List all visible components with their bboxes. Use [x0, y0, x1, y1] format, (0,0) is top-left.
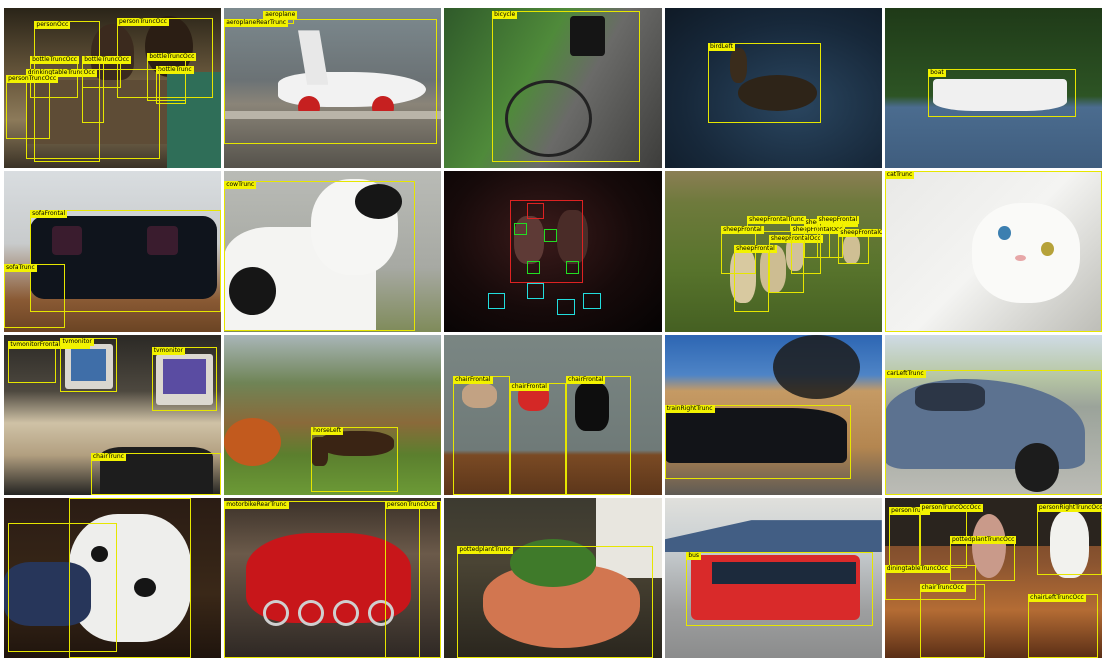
bbox-label: personTruncOcc: [384, 500, 437, 509]
bbox: birdLeft: [708, 43, 821, 124]
bbox-label: chairTruncOcc: [919, 584, 966, 593]
bbox: sofaTrunc: [4, 264, 65, 329]
bbox-label: chairFrontal: [509, 382, 549, 391]
bbox: bottleTruncOcc: [82, 56, 132, 89]
bbox-label: tvmonitor: [60, 337, 94, 346]
tile-people-table: personOcc personTruncOcc bottleTruncOcc …: [4, 8, 222, 169]
bbox: bottleTrunc: [156, 65, 194, 105]
tile-dark-scene: [444, 171, 662, 332]
bbox-label: sofaFrontal: [30, 209, 68, 218]
bbox-label: chairFrontal: [453, 376, 493, 385]
bbox-label: pottedplantTruncOcc: [949, 536, 1017, 545]
bbox-label: bottleTruncOcc: [30, 56, 80, 65]
tile-train: trainRightTrunc: [664, 334, 882, 495]
tile-bird: birdLeft: [664, 8, 882, 169]
bbox-label: aeroplaneRearTrunc: [224, 19, 289, 28]
tile-boat: boat: [884, 8, 1102, 169]
bbox: [526, 203, 545, 220]
bbox: personRightTruncOcc: [1036, 504, 1102, 575]
bbox: [566, 260, 580, 274]
bbox-label: sheepFrontal: [721, 225, 764, 234]
tile-cat: catTrunc: [884, 171, 1102, 332]
bbox: catTrunc: [884, 171, 1102, 332]
bbox-label: bottleTruncOcc: [82, 56, 132, 65]
tile-sheep: sheepFrontalTrunc sheepFrontal sheepFron…: [664, 171, 882, 332]
tile-aeroplane: aeroplane aeroplaneRearTrunc: [224, 8, 442, 169]
bbox-label: sheepFrontalTrunc: [747, 216, 806, 225]
bbox: chairFrontal: [509, 382, 567, 495]
tile-office: tvmonitorFrontalTruncOcc tvmonitor tvmon…: [4, 334, 222, 495]
bbox: carLeftTrunc: [884, 369, 1102, 495]
bbox-label: cowTrunc: [224, 180, 257, 189]
bbox-label: chairLeftTruncOcc: [1028, 593, 1086, 602]
bbox: sheepFrontal: [734, 244, 777, 313]
bbox: sheepFrontalOcc: [838, 228, 882, 265]
bbox-label: trainRightTrunc: [664, 405, 715, 413]
bbox: horseLeft: [311, 427, 398, 492]
bbox-label: tvmonitor: [151, 347, 186, 356]
bbox: [69, 497, 191, 658]
tile-chairs: chairFrontal chairFrontal chairFrontal: [444, 334, 662, 495]
bbox-label: birdLeft: [708, 43, 735, 52]
bbox: chairFrontal: [453, 376, 510, 495]
tile-dining: personTrunc personTruncOccOcc personRigh…: [884, 497, 1102, 658]
bbox-label: boat: [928, 68, 946, 77]
bbox: [526, 283, 545, 300]
tile-plant: pottedplantTrunc: [444, 497, 662, 658]
bbox-label: personTruncOccOcc: [919, 504, 983, 513]
bbox: chairTrunc: [90, 453, 222, 495]
tile-bicycle: bicycle: [444, 8, 662, 169]
bbox-label: chairTrunc: [90, 453, 126, 462]
bbox: personTruncOcc: [6, 75, 59, 140]
bbox-label: sheepFrontal: [816, 216, 860, 225]
bbox: tvmonitorFrontalTruncOcc: [8, 340, 90, 383]
bbox-label: carLeftTrunc: [884, 369, 926, 378]
bbox: tvmonitor: [151, 347, 217, 412]
bbox-label: personOcc: [34, 20, 71, 29]
bbox-label: chairFrontal: [566, 376, 606, 385]
bbox: aeroplaneRearTrunc: [224, 19, 438, 145]
bbox: [557, 299, 575, 316]
bbox: personTruncOcc: [384, 500, 442, 658]
bbox: personTrunc: [889, 507, 930, 572]
bbox-label: personTruncOcc: [6, 75, 59, 84]
bbox: chairLeftTruncOcc: [1028, 593, 1098, 658]
bbox: [583, 293, 601, 310]
bbox-label: motorbikeRearTrunc: [224, 500, 289, 509]
bbox-label: sofaTrunc: [4, 264, 37, 273]
bbox: cowTrunc: [224, 180, 416, 332]
bbox: tvmonitor: [60, 337, 117, 393]
bbox-label: bottleTruncOcc: [147, 52, 197, 61]
bbox-label: personTruncOcc: [116, 17, 169, 26]
bbox-label: pottedplantTrunc: [457, 545, 513, 554]
bbox: [513, 222, 527, 236]
bbox-label: bottleTrunc: [156, 65, 194, 74]
bbox: [526, 260, 540, 274]
bbox-label: bicycle: [492, 11, 518, 20]
bbox: chairTruncOcc: [919, 584, 985, 658]
tile-dog: [4, 497, 222, 658]
tile-sofa: sofaFrontal sofaTrunc: [4, 171, 222, 332]
tile-motorbike: motorbikeRearTrunc personTruncOcc: [224, 497, 442, 658]
tile-horse: horseLeft: [224, 334, 442, 495]
bbox: boat: [928, 68, 1076, 117]
bbox-label: sheepFrontalOcc: [838, 228, 882, 237]
bbox: [544, 228, 558, 242]
bbox-label: catTrunc: [884, 171, 915, 180]
bbox-label: diningtableTruncOcc: [884, 565, 951, 574]
tile-car: carLeftTrunc: [884, 334, 1102, 495]
bbox: chairFrontal: [566, 376, 632, 495]
bbox: trainRightTrunc: [664, 405, 852, 479]
bbox-label: horseLeft: [311, 427, 344, 436]
tile-cow: cowTrunc: [224, 171, 442, 332]
bbox: pottedplantTrunc: [457, 545, 653, 658]
bbox: bicycle: [492, 11, 640, 162]
bbox-label: aeroplane: [263, 11, 298, 20]
tile-bus: bus: [664, 497, 882, 658]
bbox-label: personRightTruncOcc: [1036, 504, 1102, 513]
image-grid: personOcc personTruncOcc bottleTruncOcc …: [4, 8, 1102, 658]
bbox: bus: [686, 552, 874, 626]
bbox-label: bus: [686, 552, 702, 561]
bbox: [487, 293, 506, 310]
